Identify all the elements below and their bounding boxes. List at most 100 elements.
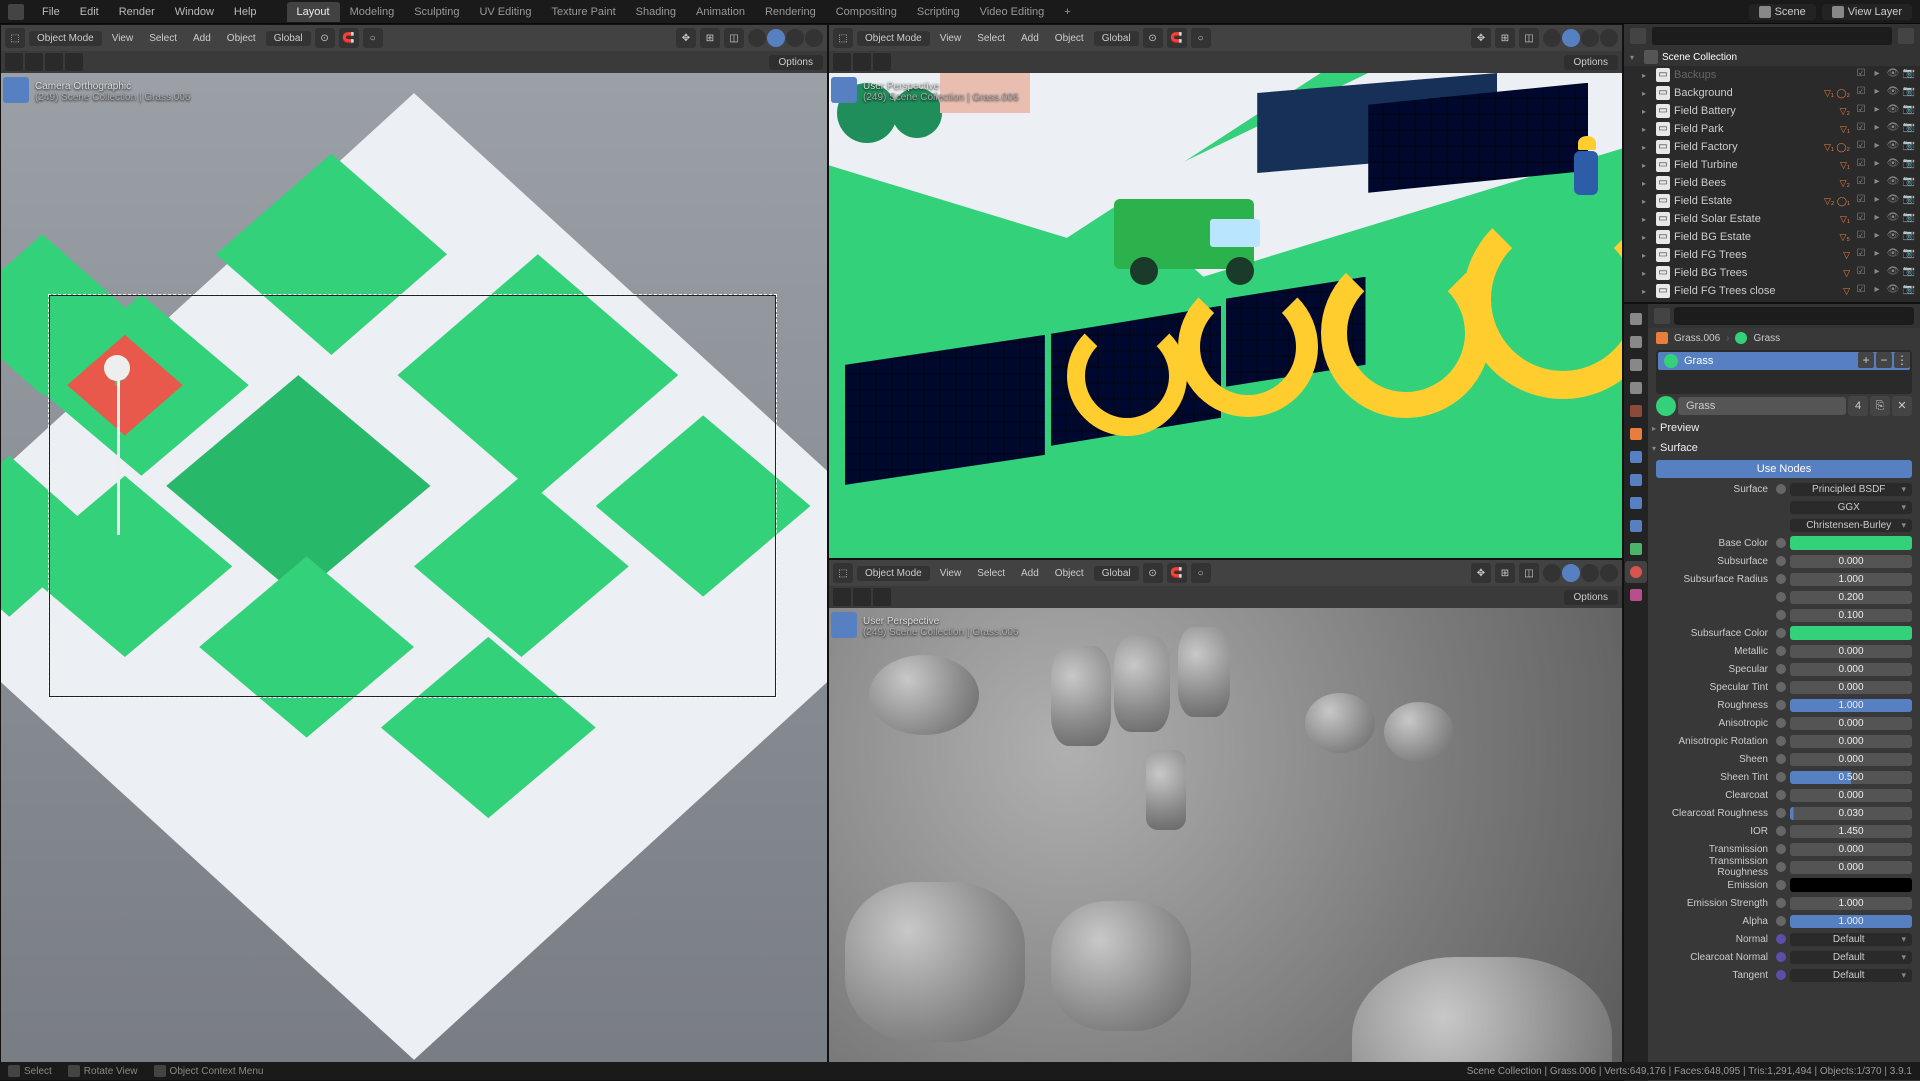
exclude-toggle-icon[interactable]: ☑ <box>1854 248 1868 262</box>
exclude-toggle-icon[interactable]: ☑ <box>1854 284 1868 298</box>
workspace-tab-uv-editing[interactable]: UV Editing <box>469 2 541 22</box>
outliner-collection[interactable]: ▸ ▭ Field Battery ▽₂ ☑ ▸ 👁 📷 <box>1624 102 1920 120</box>
outliner-collection[interactable]: ▸ ▭ Field Estate ▽₂ ◯₁ ☑ ▸ 👁 📷 <box>1624 192 1920 210</box>
material-name-input[interactable]: Grass <box>1678 397 1846 415</box>
workspace-tab-animation[interactable]: Animation <box>686 2 755 22</box>
snap-icon[interactable]: 🧲 <box>1167 28 1187 48</box>
render-toggle-icon[interactable]: 📷 <box>1902 176 1916 190</box>
outliner-collection[interactable]: ▸ ▭ Field Solar Estate ▽₁ ☑ ▸ 👁 📷 <box>1624 210 1920 228</box>
toolbar-btn[interactable] <box>45 53 63 71</box>
visibility-toggle-icon[interactable]: 👁 <box>1886 104 1900 118</box>
shading-rendered-icon[interactable] <box>805 29 823 47</box>
panel-preview-toggle[interactable]: ▸Preview <box>1648 418 1920 438</box>
selectable-toggle-icon[interactable]: ▸ <box>1870 212 1884 226</box>
workspace-tab-sculpting[interactable]: Sculpting <box>404 2 469 22</box>
menu-file[interactable]: File <box>32 2 70 22</box>
viewport-camera[interactable]: ⬚ Object Mode View Select Add Object Glo… <box>0 24 828 1081</box>
outliner-collection[interactable]: ▸ ▭ Field Factory ▽₁ ◯₂ ☑ ▸ 👁 📷 <box>1624 138 1920 156</box>
visibility-toggle-icon[interactable]: 👁 <box>1886 284 1900 298</box>
visibility-toggle-icon[interactable]: 👁 <box>1886 68 1900 82</box>
disclosure-icon[interactable]: ▸ <box>1642 287 1652 296</box>
editor-type-icon[interactable]: ⬚ <box>833 28 853 48</box>
socket-dot-icon[interactable] <box>1776 556 1786 566</box>
render-toggle-icon[interactable]: 📷 <box>1902 248 1916 262</box>
socket-dot-icon[interactable] <box>1776 484 1786 494</box>
material-new-button[interactable]: ⎘ <box>1870 396 1890 416</box>
slot-remove-button[interactable]: − <box>1876 352 1892 368</box>
render-toggle-icon[interactable]: 📷 <box>1902 158 1916 172</box>
overlays-icon[interactable]: ⊞ <box>700 28 720 48</box>
pivot-icon[interactable]: ⊙ <box>315 28 335 48</box>
options-popover[interactable]: Options <box>1564 55 1618 70</box>
viewport-perspective-color[interactable]: ⬚ Object Mode View Select Add Object Glo… <box>828 24 1623 559</box>
visibility-toggle-icon[interactable]: 👁 <box>1886 266 1900 280</box>
shading-wire-icon[interactable] <box>748 29 766 47</box>
view-menu[interactable]: View <box>106 31 140 46</box>
object-menu[interactable]: Object <box>1049 31 1090 46</box>
number-field[interactable]: 1.000 <box>1790 573 1912 586</box>
view-menu[interactable]: View <box>934 566 968 581</box>
disclosure-icon[interactable]: ▸ <box>1642 71 1652 80</box>
number-field[interactable]: 0.000 <box>1790 645 1912 658</box>
socket-dot-icon[interactable] <box>1776 790 1786 800</box>
selectable-toggle-icon[interactable]: ▸ <box>1870 176 1884 190</box>
proportional-icon[interactable]: ○ <box>363 28 383 48</box>
number-field[interactable]: 1.000 <box>1790 699 1912 712</box>
select-menu[interactable]: Select <box>143 31 183 46</box>
exclude-toggle-icon[interactable]: ☑ <box>1854 158 1868 172</box>
proportional-icon[interactable]: ○ <box>1191 563 1211 583</box>
selectable-toggle-icon[interactable]: ▸ <box>1870 194 1884 208</box>
exclude-toggle-icon[interactable]: ☑ <box>1854 176 1868 190</box>
render-toggle-icon[interactable]: 📷 <box>1902 212 1916 226</box>
color-field[interactable] <box>1790 536 1912 550</box>
number-field[interactable]: 0.000 <box>1790 717 1912 730</box>
toolbar-btn[interactable] <box>873 588 891 606</box>
number-field[interactable]: 0.000 <box>1790 789 1912 802</box>
viewport-canvas[interactable] <box>829 73 1622 558</box>
sss-method-dropdown[interactable]: Christensen-Burley▾ <box>1790 519 1912 532</box>
selectable-toggle-icon[interactable]: ▸ <box>1870 68 1884 82</box>
menu-edit[interactable]: Edit <box>70 2 109 22</box>
menu-render[interactable]: Render <box>109 2 165 22</box>
outliner-root[interactable]: ▾ Scene Collection <box>1624 48 1920 66</box>
tab-texture-icon[interactable] <box>1625 584 1647 606</box>
exclude-toggle-icon[interactable]: ☑ <box>1854 68 1868 82</box>
socket-dot-icon[interactable] <box>1776 772 1786 782</box>
use-nodes-button[interactable]: Use Nodes <box>1656 460 1912 478</box>
material-unlink-button[interactable]: ✕ <box>1892 396 1912 416</box>
socket-dot-icon[interactable] <box>1776 628 1786 638</box>
outliner[interactable]: ▾ Scene Collection ▸ ▭ Backups ☑ ▸ 👁 📷 ▸… <box>1624 24 1920 304</box>
tab-physics-icon[interactable] <box>1625 492 1647 514</box>
render-toggle-icon[interactable]: 📷 <box>1902 68 1916 82</box>
disclosure-icon[interactable]: ▸ <box>1642 215 1652 224</box>
workspace-tab-rendering[interactable]: Rendering <box>755 2 826 22</box>
tab-viewlayer-icon[interactable] <box>1625 354 1647 376</box>
viewport-canvas[interactable]: ✚ <box>1 73 827 1080</box>
socket-dot-icon[interactable] <box>1776 592 1786 602</box>
socket-dot-icon[interactable] <box>1776 934 1786 944</box>
toolbar-btn[interactable] <box>873 53 891 71</box>
mode-dropdown[interactable]: Object Mode <box>29 31 102 46</box>
socket-dot-icon[interactable] <box>1776 916 1786 926</box>
outliner-collection[interactable]: ▸ ▭ Backups ☑ ▸ 👁 📷 <box>1624 66 1920 84</box>
mode-dropdown[interactable]: Object Mode <box>857 566 930 581</box>
pivot-icon[interactable]: ⊙ <box>1143 28 1163 48</box>
material-preview-icon[interactable] <box>1656 396 1676 416</box>
tab-render-icon[interactable] <box>1625 308 1647 330</box>
selectable-toggle-icon[interactable]: ▸ <box>1870 266 1884 280</box>
outliner-collection[interactable]: ▸ ▭ Background ▽₁ ◯₂ ☑ ▸ 👁 📷 <box>1624 84 1920 102</box>
number-field[interactable]: 1.450 <box>1790 825 1912 838</box>
disclosure-icon[interactable]: ▸ <box>1642 251 1652 260</box>
workspace-tab-layout[interactable]: Layout <box>287 2 340 22</box>
editor-type-icon[interactable]: ⬚ <box>5 28 25 48</box>
material-slot-list[interactable]: Grass + − ⋮ <box>1656 350 1912 394</box>
exclude-toggle-icon[interactable]: ☑ <box>1854 86 1868 100</box>
overlays-icon[interactable]: ⊞ <box>1495 28 1515 48</box>
tool-select-box-icon[interactable] <box>831 77 857 103</box>
tab-output-icon[interactable] <box>1625 331 1647 353</box>
toolbar-btn[interactable] <box>5 53 23 71</box>
select-menu[interactable]: Select <box>971 566 1011 581</box>
outliner-search-input[interactable] <box>1652 27 1892 45</box>
selectable-toggle-icon[interactable]: ▸ <box>1870 140 1884 154</box>
toolbar-btn[interactable] <box>853 588 871 606</box>
